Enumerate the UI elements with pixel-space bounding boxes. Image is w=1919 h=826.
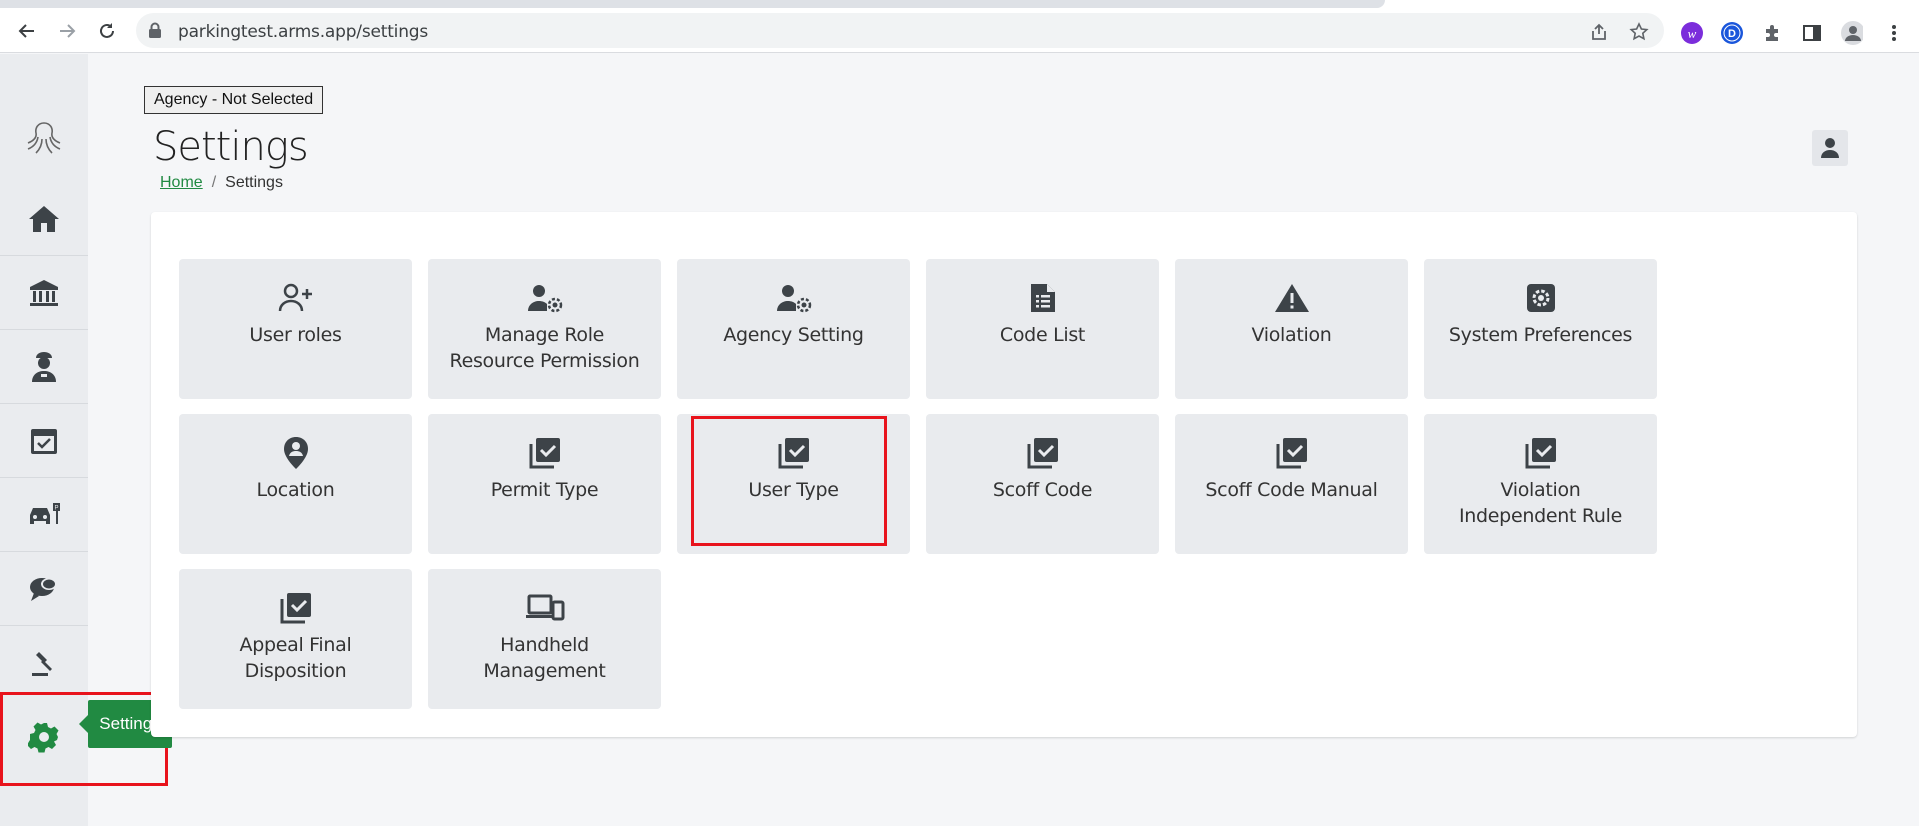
tile-label: Manage Role Resource Permission — [449, 324, 640, 372]
svg-text:P: P — [54, 505, 58, 511]
tile-user-roles[interactable]: User roles — [179, 259, 412, 399]
tile-scoff-code-manual[interactable]: Scoff Code Manual — [1175, 414, 1408, 554]
tile-manage-role-resource-permission[interactable]: Manage Role Resource Permission — [428, 259, 661, 399]
sidebar-item-chat[interactable] — [0, 552, 88, 626]
tile-handheld-management[interactable]: Handheld Management — [428, 569, 661, 709]
user-plus-icon — [278, 281, 314, 315]
address-bar[interactable]: parkingtest.arms.app/settings — [136, 13, 1664, 48]
tile-label: Location — [256, 479, 335, 501]
forward-icon[interactable] — [52, 16, 82, 46]
checklist-icon — [528, 436, 562, 470]
sidebar-item-officer[interactable] — [0, 330, 88, 404]
active-tab[interactable] — [0, 0, 1385, 8]
tile-system-preferences[interactable]: System Preferences — [1424, 259, 1657, 399]
tile-permit-type[interactable]: Permit Type — [428, 414, 661, 554]
tile-violation[interactable]: Violation — [1175, 259, 1408, 399]
tile-label: Scoff Code — [992, 479, 1093, 501]
gavel-icon — [32, 652, 52, 676]
side-panel-icon[interactable] — [1801, 22, 1823, 44]
calendar-check-icon — [31, 428, 57, 454]
tile-label: Violation — [1251, 324, 1332, 346]
user-icon — [1821, 138, 1839, 158]
menu-kebab-icon[interactable] — [1883, 22, 1905, 44]
tile-code-list[interactable]: Code List — [926, 259, 1159, 399]
back-icon[interactable] — [12, 16, 42, 46]
checklist-icon — [279, 591, 313, 625]
tile-violation-independent-rule[interactable]: Violation Independent Rule — [1424, 414, 1657, 554]
breadcrumb-separator: / — [211, 174, 217, 191]
tile-label: User roles — [249, 324, 342, 346]
checklist-icon — [1275, 436, 1309, 470]
url-text: parkingtest.arms.app/settings — [178, 22, 429, 42]
tab-strip — [0, 0, 1919, 8]
puzzle-icon[interactable] — [1761, 22, 1783, 44]
tile-label: Scoff Code Manual — [1205, 479, 1378, 501]
bank-icon — [30, 279, 58, 306]
extension-w-icon[interactable]: w — [1681, 22, 1703, 44]
sidebar-item-agency[interactable] — [0, 256, 88, 330]
tile-appeal-final-disposition[interactable]: Appeal Final Disposition — [179, 569, 412, 709]
browser-toolbar: parkingtest.arms.app/settings w D — [0, 8, 1919, 53]
checklist-icon — [1524, 436, 1558, 470]
tile-label: Handheld Management — [483, 634, 606, 682]
profile-icon[interactable] — [1841, 21, 1863, 45]
sidebar-item-gavel[interactable] — [0, 626, 88, 700]
octopus-logo-icon — [27, 122, 61, 154]
file-list-icon — [1028, 281, 1058, 315]
user-type-highlight-box — [691, 416, 887, 546]
user-menu-button[interactable] — [1812, 130, 1848, 166]
officer-icon — [32, 351, 56, 382]
sidebar-item-vehicle[interactable]: P — [0, 478, 88, 552]
extension-d-icon[interactable]: D — [1721, 22, 1743, 44]
location-pin-icon — [283, 436, 309, 470]
svg-text:D: D — [1728, 28, 1736, 40]
tile-label: Permit Type — [490, 479, 599, 501]
page-title: Settings — [153, 124, 309, 170]
tile-agency-setting[interactable]: Agency Setting — [677, 259, 910, 399]
lock-icon — [148, 22, 162, 44]
sidebar-item-calendar[interactable] — [0, 404, 88, 478]
user-gear-icon — [527, 281, 563, 315]
tile-label: Agency Setting — [723, 324, 864, 346]
car-parking-icon: P — [30, 502, 60, 524]
devices-icon — [525, 591, 565, 625]
svg-text:w: w — [1688, 26, 1697, 41]
chat-icon — [30, 577, 57, 601]
breadcrumb-current: Settings — [225, 174, 283, 191]
breadcrumb: Home / Settings — [160, 174, 283, 192]
tile-label: System Preferences — [1448, 324, 1633, 346]
checklist-icon — [1026, 436, 1060, 470]
tile-label: Violation Independent Rule — [1458, 479, 1623, 527]
warning-icon — [1274, 281, 1310, 315]
tile-location[interactable]: Location — [179, 414, 412, 554]
reload-icon[interactable] — [92, 16, 122, 46]
tile-label: Code List — [999, 324, 1086, 346]
agency-select-button[interactable]: Agency - Not Selected — [144, 86, 324, 114]
app-logo[interactable] — [0, 102, 88, 176]
star-icon[interactable] — [1628, 21, 1650, 43]
tile-label: Appeal Final Disposition — [239, 634, 352, 682]
user-gear-icon — [776, 281, 812, 315]
gear-square-icon — [1525, 281, 1557, 315]
sidebar-item-home[interactable] — [0, 182, 88, 256]
breadcrumb-home-link[interactable]: Home — [160, 174, 203, 191]
home-icon — [29, 205, 59, 232]
share-icon[interactable] — [1588, 21, 1610, 43]
tile-scoff-code[interactable]: Scoff Code — [926, 414, 1159, 554]
